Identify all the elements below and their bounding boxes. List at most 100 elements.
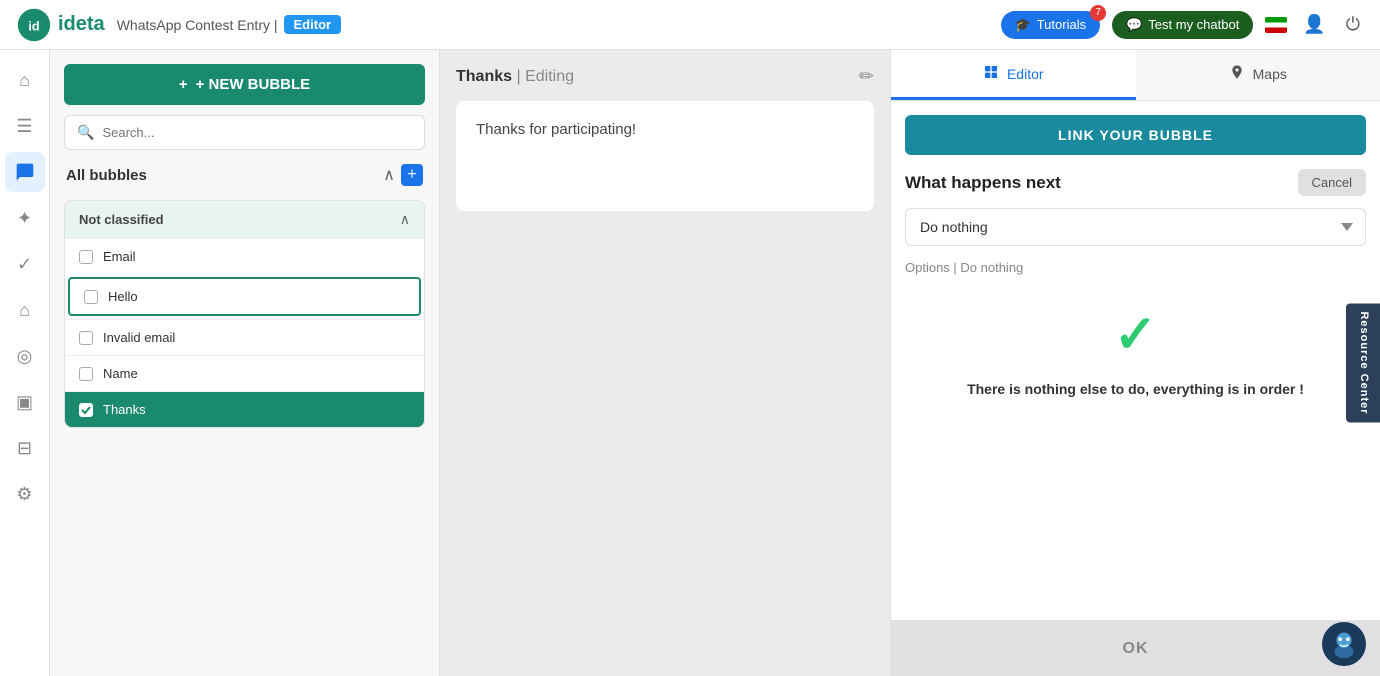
bubble-item-hello[interactable]: Hello — [68, 277, 421, 316]
user-icon: 👤 — [1303, 14, 1325, 35]
success-check-icon: ✓ — [1114, 305, 1158, 365]
editing-header: Thanks | Editing ✏ — [456, 66, 874, 87]
bubble-checkbox-invalid-email[interactable] — [79, 331, 93, 345]
search-box: 🔍 — [64, 115, 425, 150]
bubble-label-name: Name — [103, 366, 138, 381]
link-bubble-button[interactable]: LINK YOUR BUBBLE — [905, 115, 1366, 155]
language-flag[interactable] — [1265, 17, 1287, 33]
right-footer: OK — [891, 620, 1380, 676]
bubble-item-name[interactable]: Name — [65, 355, 424, 391]
avatar-icon — [1325, 625, 1363, 663]
tutorials-icon: 🎓 — [1015, 17, 1031, 33]
test-chatbot-label: Test my chatbot — [1148, 17, 1239, 32]
editing-title-text: Thanks — [456, 68, 512, 85]
ok-button[interactable]: OK — [1123, 640, 1149, 658]
nav-check[interactable]: ✓ — [5, 244, 45, 284]
bubble-label-invalid-email: Invalid email — [103, 330, 175, 345]
editing-panel: Thanks | Editing ✏ Thanks for participat… — [440, 50, 890, 676]
what-happens-section: What happens next Cancel Do nothing Opti… — [891, 169, 1380, 275]
check-icon: ✓ — [17, 254, 32, 275]
collapse-button[interactable]: ∧ — [383, 165, 395, 185]
bubble-item-invalid-email[interactable]: Invalid email — [65, 319, 424, 355]
chatbot-icon: 💬 — [1126, 17, 1142, 33]
all-bubbles-controls: ∧ + — [383, 164, 423, 186]
tab-maps-label: Maps — [1253, 66, 1287, 82]
maps-tab-icon — [1229, 64, 1245, 83]
nav-db[interactable]: ⊟ — [5, 428, 45, 468]
nav-list[interactable]: ☰ — [5, 106, 45, 146]
right-tabs: Editor Maps — [891, 50, 1380, 101]
nav-settings[interactable]: ⚙ — [5, 474, 45, 514]
bubble-item-email[interactable]: Email — [65, 238, 424, 274]
cancel-button[interactable]: Cancel — [1298, 169, 1366, 196]
options-label: Options | Do nothing — [905, 260, 1366, 275]
star-icon: ✦ — [17, 208, 32, 229]
new-bubble-label: + NEW BUBBLE — [196, 76, 311, 93]
bubble-checkbox-thanks[interactable] — [79, 403, 93, 417]
nav-home[interactable]: ⌂ — [5, 60, 45, 100]
group-chevron-icon: ∧ — [400, 211, 410, 228]
do-nothing-select[interactable]: Do nothing — [905, 208, 1366, 246]
search-input[interactable] — [102, 125, 412, 140]
logo-icon: id — [16, 7, 52, 43]
project-title: WhatsApp Contest Entry | — [117, 17, 278, 33]
group-title: Not classified — [79, 212, 164, 227]
bubble-item-thanks[interactable]: Thanks — [65, 391, 424, 427]
resource-center-tab[interactable]: Resource Center — [1346, 303, 1380, 422]
home-icon: ⌂ — [19, 70, 30, 91]
plus-icon: + — [179, 76, 188, 93]
tab-maps[interactable]: Maps — [1136, 50, 1380, 100]
editing-title: Thanks | Editing — [456, 68, 574, 86]
test-chatbot-button[interactable]: 💬 Test my chatbot — [1112, 11, 1253, 39]
bubble-label-thanks: Thanks — [103, 402, 146, 417]
gear-icon: ⚙ — [16, 484, 32, 505]
list-icon: ☰ — [16, 116, 32, 137]
nav-bar[interactable]: ▣ — [5, 382, 45, 422]
search-icon: 🔍 — [77, 124, 94, 141]
user-profile-button[interactable]: 👤 — [1299, 10, 1329, 39]
main-layout: ⌂ ☰ ✦ ✓ ⌂ ◎ ▣ ⊟ ⚙ — [0, 50, 1380, 676]
editing-subtitle: | Editing — [516, 68, 574, 85]
do-nothing-box: ✓ There is nothing else to do, everythin… — [891, 275, 1380, 427]
link-bubble-label: LINK YOUR BUBBLE — [1058, 127, 1213, 143]
side-nav: ⌂ ☰ ✦ ✓ ⌂ ◎ ▣ ⊟ ⚙ — [0, 50, 50, 676]
message-text: Thanks for participating! — [476, 121, 636, 138]
bubble-label-hello: Hello — [108, 289, 138, 304]
bubbles-panel: + + NEW BUBBLE 🔍 All bubbles ∧ + Not cla… — [50, 50, 440, 676]
what-happens-header: What happens next Cancel — [905, 169, 1366, 196]
nav-chat[interactable]: ◎ — [5, 336, 45, 376]
check-thanks-icon — [81, 406, 91, 414]
logout-icon: ⏻ — [1346, 14, 1360, 35]
tab-editor-label: Editor — [1007, 66, 1044, 82]
bar-icon: ▣ — [16, 392, 33, 413]
tutorials-badge: 7 — [1090, 5, 1106, 21]
bubble-label-email: Email — [103, 249, 136, 264]
nav-bubble[interactable] — [5, 152, 45, 192]
add-bubble-button[interactable]: + — [401, 164, 423, 186]
logo-text: ideta — [58, 13, 105, 36]
chat-icon: ◎ — [17, 346, 33, 367]
editor-badge: Editor — [284, 15, 342, 34]
bubble-checkbox-name[interactable] — [79, 367, 93, 381]
pencil-icon: ✏ — [859, 66, 874, 86]
bubble-checkbox-email[interactable] — [79, 250, 93, 264]
all-bubbles-header: All bubbles ∧ + — [64, 160, 425, 190]
tutorials-label: Tutorials — [1037, 17, 1086, 32]
group-header[interactable]: Not classified ∧ — [65, 201, 424, 238]
bubble-checkbox-hello[interactable] — [84, 290, 98, 304]
nav-home2[interactable]: ⌂ — [5, 290, 45, 330]
message-bubble: Thanks for participating! — [456, 101, 874, 211]
all-bubbles-title: All bubbles — [66, 167, 147, 184]
logout-button[interactable]: ⏻ — [1342, 10, 1364, 39]
chatbot-avatar — [1322, 622, 1366, 666]
edit-icon-button[interactable]: ✏ — [859, 66, 874, 87]
header: id ideta WhatsApp Contest Entry | Editor… — [0, 0, 1380, 50]
nav-star[interactable]: ✦ — [5, 198, 45, 238]
new-bubble-button[interactable]: + + NEW BUBBLE — [64, 64, 425, 105]
tutorials-button[interactable]: 🎓 Tutorials 7 — [1001, 11, 1101, 39]
right-panel: Editor Maps LINK YOUR BUBBLE What happen… — [890, 50, 1380, 676]
tab-editor[interactable]: Editor — [891, 50, 1136, 100]
select-wrapper: Do nothing — [905, 208, 1366, 246]
db-icon: ⊟ — [17, 438, 32, 459]
nothing-to-do-text: There is nothing else to do, everything … — [967, 381, 1304, 397]
